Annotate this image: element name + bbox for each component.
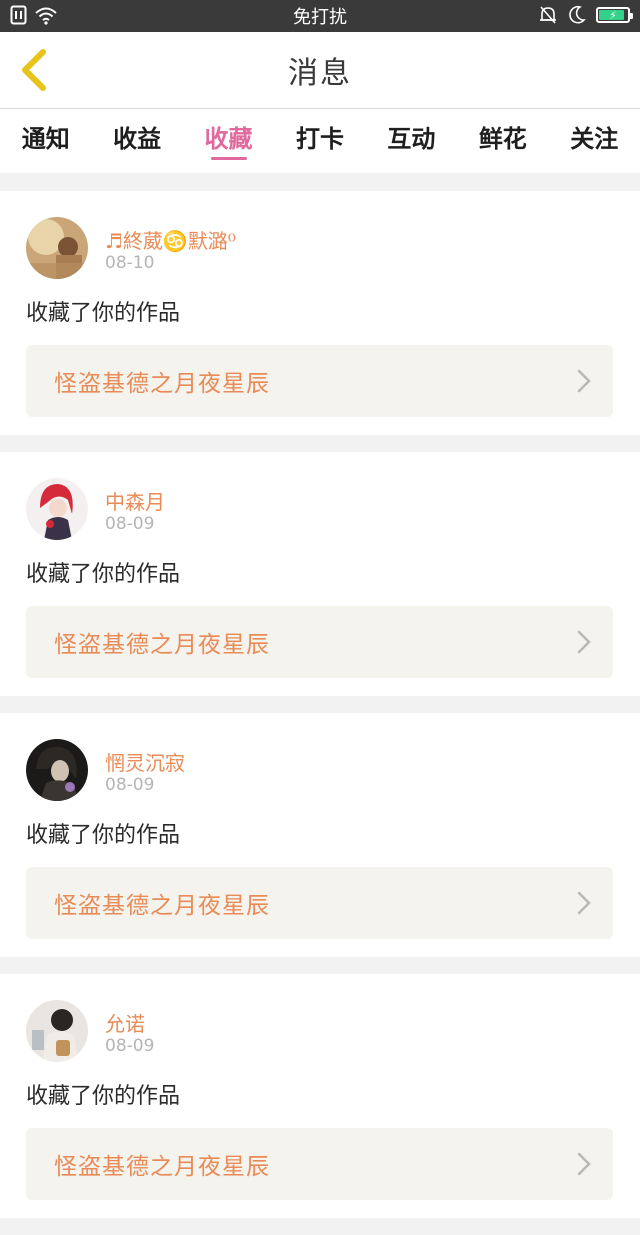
work-title: 怪盗基德之月夜星辰: [54, 1154, 270, 1180]
username[interactable]: 中森月: [105, 486, 165, 515]
message-card: 惘灵沉寂 08-09 收藏了你的作品 怪盗基德之月夜星辰: [0, 713, 640, 957]
work-title: 怪盗基德之月夜星辰: [54, 371, 270, 397]
message-card: ♬終葳♋默潞⁰ 08-10 收藏了你的作品 怪盗基德之月夜星辰: [0, 191, 640, 435]
message-date: 08-09: [105, 1036, 155, 1056]
message-card: 允诺 08-09 收藏了你的作品 怪盗基德之月夜星辰: [0, 974, 640, 1218]
mute-bell-icon: [540, 6, 556, 24]
page-title: 消息: [288, 56, 352, 91]
work-title: 怪盗基德之月夜星辰: [54, 893, 270, 919]
avatar[interactable]: [26, 478, 88, 540]
battery-icon: ⚡: [596, 7, 633, 23]
message-action: 收藏了你的作品: [26, 823, 181, 848]
username[interactable]: 惘灵沉寂: [105, 747, 185, 776]
tab-checkin[interactable]: 打卡: [280, 109, 360, 154]
work-title: 怪盗基德之月夜星辰: [54, 632, 270, 658]
avatar[interactable]: [26, 217, 88, 279]
avatar[interactable]: [26, 739, 88, 801]
tab-flowers[interactable]: 鲜花: [463, 109, 543, 154]
moon-icon: [569, 5, 586, 24]
message-card: 中森月 08-09 收藏了你的作品 怪盗基德之月夜星辰: [0, 452, 640, 696]
username[interactable]: 允诺: [105, 1008, 145, 1037]
chevron-right-icon: [577, 891, 591, 915]
work-link[interactable]: 怪盗基德之月夜星辰: [26, 345, 613, 417]
work-link[interactable]: 怪盗基德之月夜星辰: [26, 1128, 613, 1200]
sim-icon: [10, 5, 27, 25]
charging-bolt-icon: ⚡: [609, 8, 617, 22]
message-list: ♬終葳♋默潞⁰ 08-10 收藏了你的作品 怪盗基德之月夜星辰 中森月 08-0…: [0, 191, 640, 1235]
chevron-right-icon: [577, 369, 591, 393]
message-date: 08-10: [105, 253, 155, 273]
wifi-icon: [35, 7, 57, 25]
tab-earnings[interactable]: 收益: [97, 109, 177, 154]
work-link[interactable]: 怪盗基德之月夜星辰: [26, 606, 613, 678]
work-link[interactable]: 怪盗基德之月夜星辰: [26, 867, 613, 939]
status-mode-label: 免打扰: [293, 7, 347, 28]
message-action: 收藏了你的作品: [26, 301, 181, 326]
tab-favorites[interactable]: 收藏: [189, 109, 269, 160]
header-bar: 消息: [0, 32, 640, 109]
username[interactable]: ♬終葳♋默潞⁰: [105, 225, 236, 254]
tab-notifications[interactable]: 通知: [6, 109, 86, 154]
chevron-right-icon: [577, 630, 591, 654]
message-date: 08-09: [105, 514, 155, 534]
chevron-left-icon: [22, 49, 46, 91]
message-action: 收藏了你的作品: [26, 562, 181, 587]
tab-interaction[interactable]: 互动: [371, 109, 451, 154]
tab-bar: 通知 收益 收藏 打卡 互动 鲜花 关注: [0, 109, 640, 173]
status-right-icons: ⚡: [538, 5, 633, 25]
status-bar: 免打扰 ⚡: [0, 0, 640, 32]
message-date: 08-09: [105, 775, 155, 795]
back-button[interactable]: [14, 48, 54, 92]
message-action: 收藏了你的作品: [26, 1084, 181, 1109]
tab-follow[interactable]: 关注: [554, 109, 634, 154]
avatar[interactable]: [26, 1000, 88, 1062]
chevron-right-icon: [577, 1152, 591, 1176]
status-left-icons: [10, 5, 58, 25]
